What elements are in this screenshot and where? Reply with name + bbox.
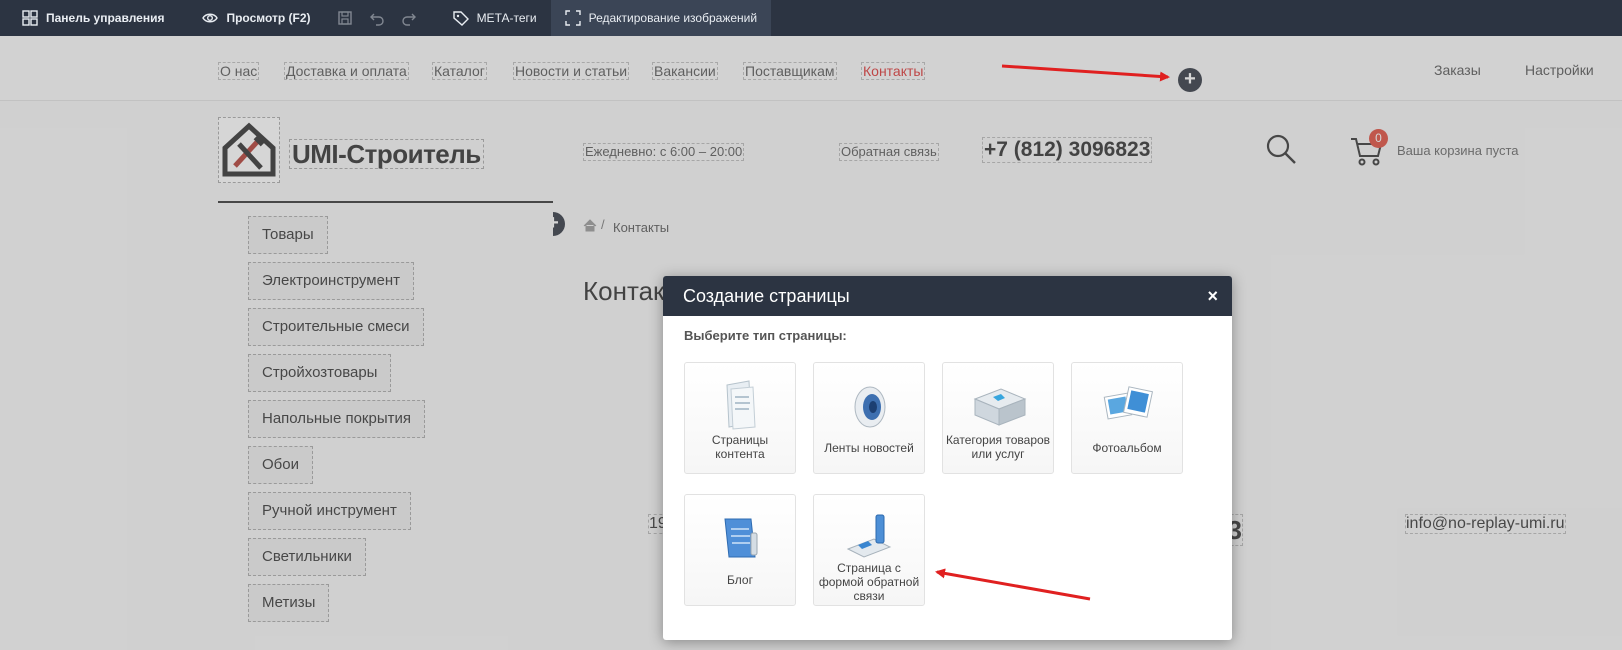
floppy-disk-icon xyxy=(337,10,353,26)
dialog-title: Создание страницы xyxy=(683,286,850,306)
page-type-photoalbum[interactable]: Фотоальбом xyxy=(1071,362,1183,474)
feedback-form-icon xyxy=(846,514,892,558)
tile-label: Фотоальбом xyxy=(1092,441,1162,455)
product-box-icon xyxy=(973,388,1027,426)
tile-label: Страница с формой обратной связи xyxy=(818,561,920,603)
redo-icon xyxy=(401,10,417,26)
dialog-subtitle: Выберите тип страницы: xyxy=(684,328,847,343)
dialog-header: Создание страницы × xyxy=(663,276,1232,316)
eye-icon xyxy=(202,10,219,26)
dashboard-label: Панель управления xyxy=(46,11,165,25)
speaker-icon xyxy=(854,386,886,428)
preview-button[interactable]: Просмотр (F2) xyxy=(178,0,324,36)
page-type-blog[interactable]: Блог xyxy=(684,494,796,606)
page-type-category[interactable]: Категория товаров или услуг xyxy=(942,362,1054,474)
tile-label: Ленты новостей xyxy=(824,441,914,455)
tile-label: Блог xyxy=(727,573,753,587)
admin-toolbar: Панель управления Просмотр (F2) МЕТА-тег… xyxy=(0,0,1622,36)
tag-icon xyxy=(452,10,469,26)
page-type-news[interactable]: Ленты новостей xyxy=(813,362,925,474)
folder-pages-icon xyxy=(726,380,756,430)
page-type-content[interactable]: Страницы контента xyxy=(684,362,796,474)
image-edit-label: Редактирование изображений xyxy=(588,11,758,25)
page-type-feedback-form[interactable]: Страница с формой обратной связи xyxy=(813,494,925,606)
undo-button[interactable] xyxy=(361,0,393,36)
tile-label: Категория товаров или услуг xyxy=(945,433,1051,461)
blog-scroll-icon xyxy=(724,518,758,558)
redo-button[interactable] xyxy=(393,0,439,36)
dashboard-button[interactable]: Панель управления xyxy=(0,0,178,36)
save-button[interactable] xyxy=(325,0,361,36)
image-edit-button[interactable]: Редактирование изображений xyxy=(550,0,772,36)
create-page-dialog: Создание страницы × Выберите тип страниц… xyxy=(663,276,1232,640)
tile-label: Страницы контента xyxy=(711,433,769,461)
crop-corners-icon xyxy=(564,10,581,26)
photo-album-icon xyxy=(1103,386,1154,420)
preview-label: Просмотр (F2) xyxy=(226,11,311,25)
close-icon[interactable]: × xyxy=(1207,276,1218,316)
meta-tags-label: МЕТА-теги xyxy=(476,11,537,25)
grid-icon xyxy=(22,10,38,26)
undo-icon xyxy=(369,10,385,26)
meta-tags-button[interactable]: МЕТА-теги xyxy=(439,0,551,36)
